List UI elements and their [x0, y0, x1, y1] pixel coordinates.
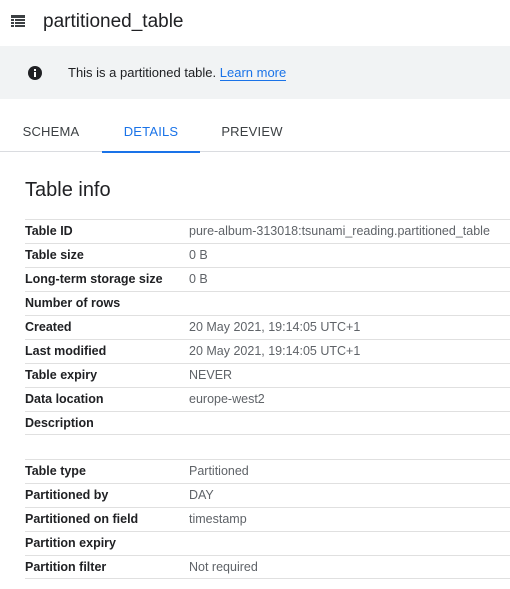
row-label: Partition filter: [25, 560, 107, 574]
table-row: Data location europe-west2: [25, 387, 510, 411]
row-label: Data location: [25, 392, 104, 406]
learn-more-link[interactable]: Learn more: [219, 65, 287, 81]
table-row: Partitioned by DAY: [25, 483, 510, 507]
partition-info-list: Table type Partitioned Partitioned by DA…: [25, 459, 510, 579]
row-label: Partitioned on field: [25, 512, 139, 526]
tab-bar: SCHEMA DETAILS PREVIEW: [0, 112, 510, 153]
title-bar: partitioned_table: [0, 0, 510, 44]
table-row: Table type Partitioned: [25, 459, 510, 483]
table-row: Partition expiry: [25, 531, 510, 555]
row-label: Description: [25, 416, 94, 430]
tab-schema[interactable]: SCHEMA: [0, 112, 102, 152]
table-info-list: Table ID pure-album-313018:tsunami_readi…: [25, 219, 510, 435]
tab-details[interactable]: DETAILS: [102, 112, 200, 153]
table-icon: [11, 15, 25, 27]
row-value: Partitioned: [189, 464, 249, 478]
row-value: Not required: [189, 560, 258, 574]
row-value: europe-west2: [189, 392, 265, 406]
row-value: NEVER: [189, 368, 233, 382]
row-label: Number of rows: [25, 296, 121, 310]
tab-preview[interactable]: PREVIEW: [200, 112, 304, 152]
row-label: Table size: [25, 248, 84, 262]
row-label: Long-term storage size: [25, 272, 163, 286]
row-label: Last modified: [25, 344, 107, 358]
row-label: Partitioned by: [25, 488, 109, 502]
table-row: Description: [25, 411, 510, 435]
row-value: 0 B: [189, 248, 208, 262]
table-row: Last modified 20 May 2021, 19:14:05 UTC+…: [25, 339, 510, 363]
active-tab-indicator: [102, 151, 200, 153]
page-title: partitioned_table: [43, 11, 184, 32]
table-row: Partition filter Not required: [25, 555, 510, 579]
row-label: Table type: [25, 464, 86, 478]
table-row: Number of rows: [25, 291, 510, 315]
table-row: Table size 0 B: [25, 243, 510, 267]
row-value: timestamp: [189, 512, 247, 526]
table-row: Table ID pure-album-313018:tsunami_readi…: [25, 219, 510, 243]
banner-message: This is a partitioned table. Learn more: [68, 64, 287, 82]
row-value: 0 B: [189, 272, 208, 286]
row-value: pure-album-313018:tsunami_reading.partit…: [189, 224, 490, 238]
tab-details-label: DETAILS: [123, 124, 179, 139]
table-row: Table expiry NEVER: [25, 363, 510, 387]
section-title: Table info: [25, 179, 111, 201]
row-label: Created: [25, 320, 72, 334]
table-row: Created 20 May 2021, 19:14:05 UTC+1: [25, 315, 510, 339]
row-label: Table expiry: [25, 368, 98, 382]
row-value: DAY: [189, 488, 214, 502]
row-value: 20 May 2021, 19:14:05 UTC+1: [189, 320, 361, 334]
row-label: Table ID: [25, 224, 73, 238]
table-row: Long-term storage size 0 B: [25, 267, 510, 291]
table-row: Partitioned on field timestamp: [25, 507, 510, 531]
banner-text: This is a partitioned table.: [68, 65, 217, 80]
row-label: Partition expiry: [25, 536, 116, 550]
info-icon: [28, 66, 42, 80]
row-value: 20 May 2021, 19:14:05 UTC+1: [189, 344, 361, 358]
